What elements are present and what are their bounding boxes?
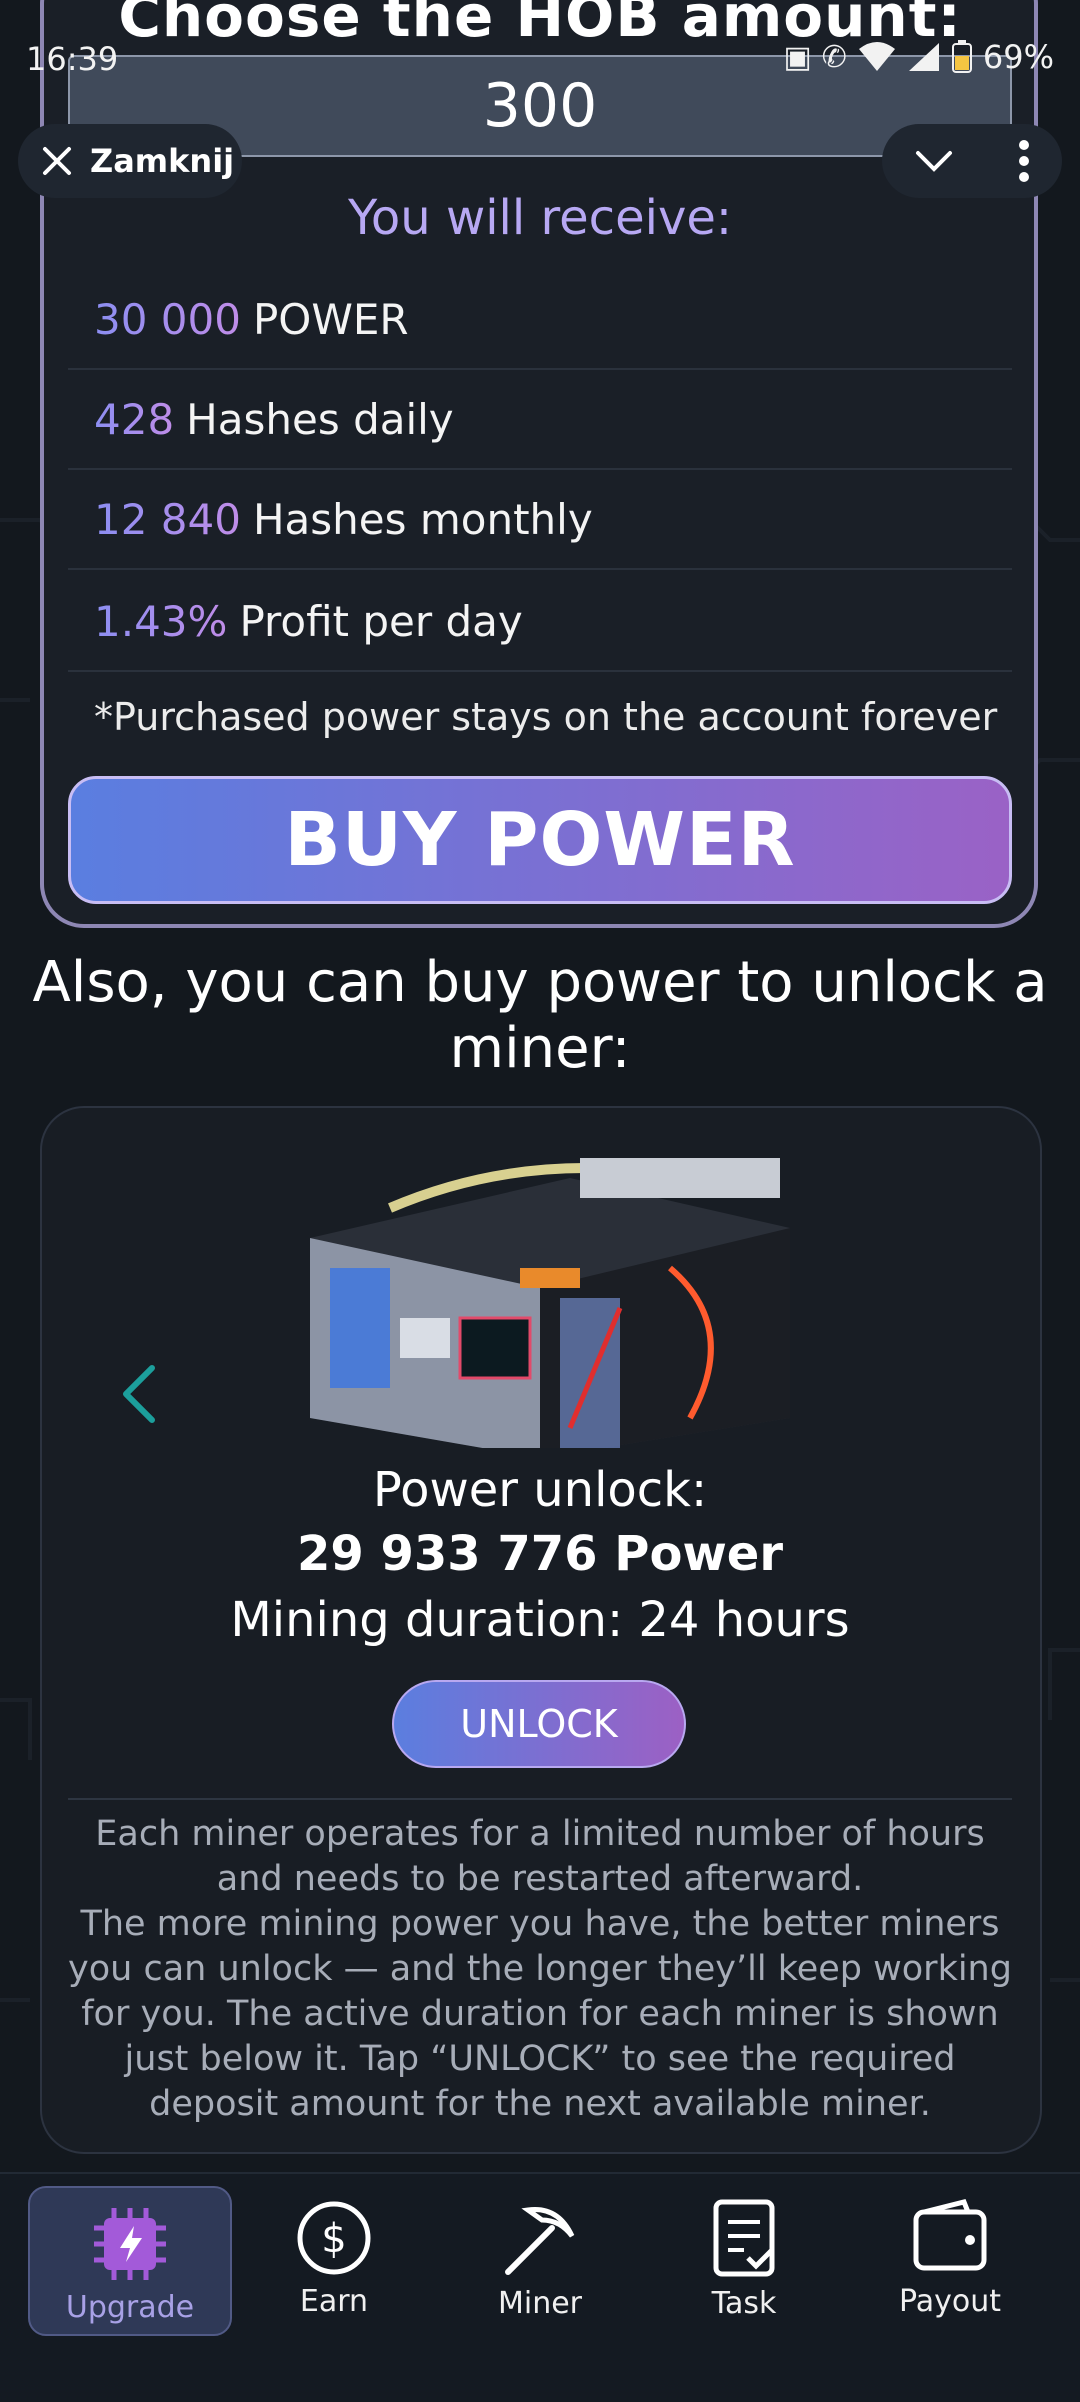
mining-duration: Mining duration: 24 hours (230, 1592, 850, 1648)
receive-label: Hashes monthly (252, 494, 593, 544)
close-button[interactable]: Zamknij (18, 124, 242, 198)
receive-heading: You will receive: (347, 190, 733, 246)
nav-item-miner[interactable]: Miner (438, 2186, 642, 2336)
receive-value: 12 840 (94, 494, 241, 544)
nfc-icon: ▣ (783, 39, 812, 75)
nav-label: Miner (497, 2286, 583, 2321)
power-unlock-value: 29 933 776 Power (296, 1526, 784, 1582)
svg-text:$: $ (321, 2216, 346, 2262)
status-bar: 16:39 ▣ ✆ 69% (0, 0, 1080, 120)
receive-label: POWER (252, 294, 409, 344)
pickaxe-icon (505, 2207, 575, 2275)
cpu-bolt-icon (94, 2208, 166, 2280)
close-icon (43, 147, 71, 175)
nav-item-upgrade[interactable]: Upgrade (28, 2186, 232, 2336)
miner-image (310, 1158, 790, 1448)
miner-description: Each miner operates for a limited number… (68, 1814, 1012, 2124)
nav-label: Upgrade (65, 2290, 195, 2325)
nav-label: Task (711, 2286, 777, 2321)
battery-icon (951, 40, 972, 73)
purchase-note: *Purchased power stays on the account fo… (94, 695, 998, 739)
divider (68, 1798, 1012, 1800)
close-label: Zamknij (90, 142, 235, 180)
nav-item-earn[interactable]: $ Earn (232, 2186, 436, 2336)
overlay-menu (882, 124, 1062, 198)
dollar-icon: $ (297, 2201, 371, 2275)
receive-value: 30 000 (94, 294, 241, 344)
power-unlock-label: Power unlock: (372, 1462, 708, 1518)
status-time: 16:39 (26, 40, 119, 78)
receive-row-power: 30 000 POWER (68, 270, 1012, 370)
receive-value: 1.43% (94, 596, 228, 646)
receive-label: Profit per day (239, 596, 523, 646)
nav-label: Payout (898, 2284, 1001, 2319)
wallet-icon (913, 2199, 987, 2271)
receive-row-hashes-daily: 428 Hashes daily (68, 370, 1012, 470)
unlock-heading: Also, you can buy power to unlock a mine… (32, 950, 1048, 1081)
battery-percent: 69% (982, 38, 1054, 76)
chevron-left-icon[interactable] (118, 1362, 162, 1426)
more-vert-icon[interactable] (1018, 139, 1030, 183)
receive-row-profit: 1.43% Profit per day (68, 572, 1012, 672)
receive-row-hashes-monthly: 12 840 Hashes monthly (68, 470, 1012, 570)
clipboard-check-icon (713, 2199, 775, 2277)
status-icons: ▣ ✆ 69% (783, 38, 1054, 76)
unlock-button[interactable]: UNLOCK (392, 1680, 686, 1768)
nav-item-task[interactable]: Task (642, 2186, 846, 2336)
receive-value: 428 (94, 394, 175, 444)
receive-label: Hashes daily (186, 394, 454, 444)
signal-icon (908, 43, 939, 71)
call-icon: ✆ (821, 39, 847, 75)
wifi-icon (858, 42, 895, 71)
nav-item-payout[interactable]: Payout (848, 2186, 1052, 2336)
chevron-down-icon[interactable] (914, 147, 954, 175)
nav-label: Earn (299, 2284, 369, 2319)
buy-power-button[interactable]: BUY POWER (68, 776, 1012, 904)
